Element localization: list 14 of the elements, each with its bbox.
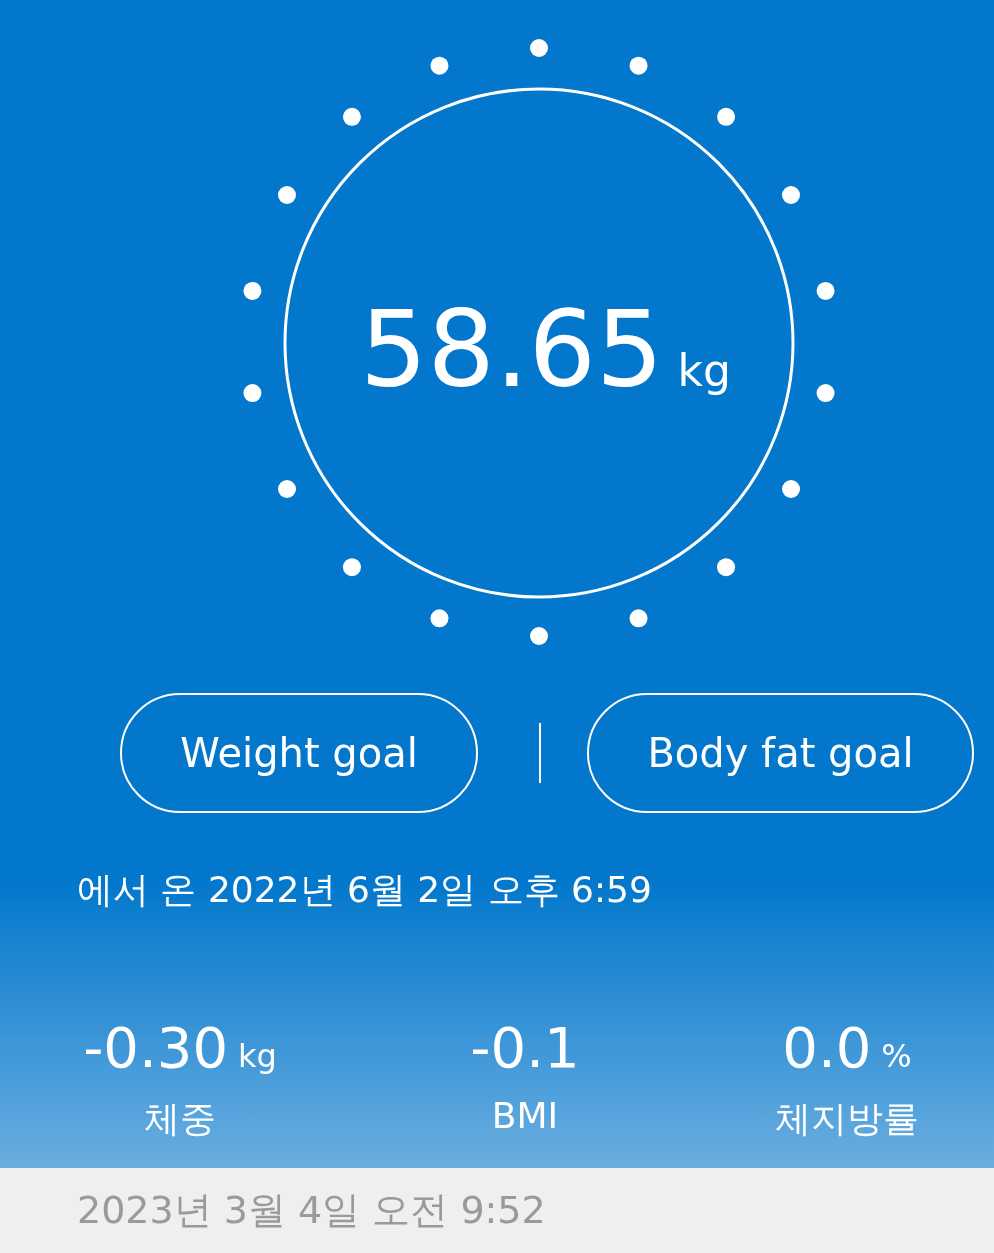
- stat-unit: kg: [238, 1037, 277, 1075]
- weight-value: 58.65: [360, 290, 664, 410]
- goal-button[interactable]: Body fat goal: [587, 693, 974, 813]
- stat-label: BMI: [491, 1095, 559, 1136]
- stat-label: 체지방률: [775, 1097, 919, 1141]
- goal-button[interactable]: Weight goal: [120, 693, 478, 813]
- weight-unit: kg: [677, 345, 731, 396]
- stat-value: -0.1: [470, 1015, 580, 1081]
- stat-unit: %: [881, 1037, 912, 1075]
- stat-value: 0.0: [782, 1015, 872, 1081]
- stat-label: 체중: [144, 1097, 216, 1141]
- source-timestamp: 에서 온 2022년 6월 2일 오후 6:59: [77, 868, 653, 912]
- stat-value: -0.30: [83, 1015, 229, 1081]
- list-header-date: 2023년 3월 4일 오전 9:52: [77, 1187, 546, 1234]
